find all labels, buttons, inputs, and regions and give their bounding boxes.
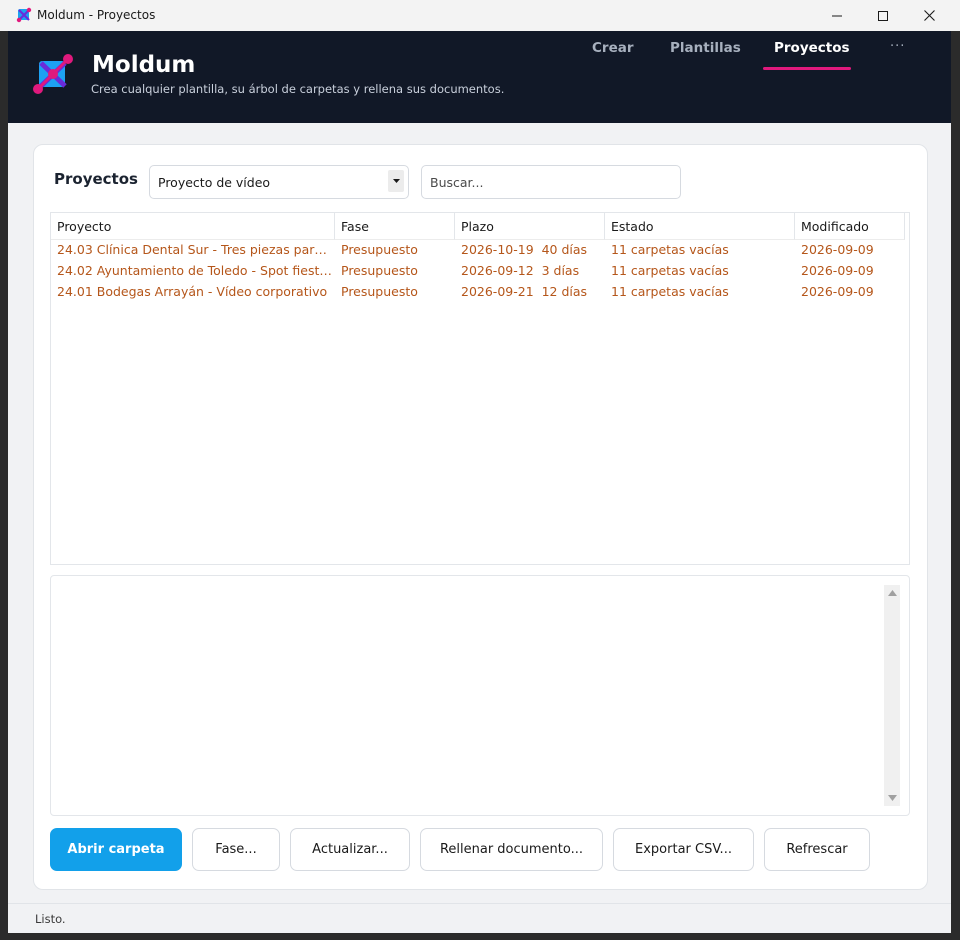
detail-text-panel[interactable] (50, 575, 910, 816)
window-title: Moldum - Proyectos (37, 8, 156, 22)
title-bar: Moldum - Proyectos (0, 0, 960, 31)
phase-button[interactable]: Fase... (192, 828, 280, 871)
cell-plazo: 2026-09-21 12 días (461, 284, 588, 299)
scroll-up-icon (887, 590, 897, 596)
export-csv-button[interactable]: Exportar CSV... (613, 828, 754, 871)
tab-crear[interactable]: Crear (592, 41, 634, 71)
update-button[interactable]: Actualizar... (290, 828, 410, 871)
cell-proyecto: 24.02 Ayuntamiento de Toledo - Spot fies… (57, 263, 333, 278)
brand-name: Moldum (92, 52, 196, 78)
scroll-down-icon (887, 795, 897, 801)
table-row[interactable]: 24.02 Ayuntamiento de Toledo - Spot fies… (51, 260, 909, 281)
close-icon (923, 10, 935, 21)
tab-plantillas[interactable]: Plantillas (670, 41, 741, 71)
search-input[interactable] (421, 165, 681, 199)
status-bar: Listo. (8, 903, 951, 933)
scroll-down-button[interactable] (884, 790, 900, 806)
scroll-up-button[interactable] (884, 585, 900, 601)
more-menu-button[interactable]: ··· (890, 39, 905, 54)
active-tab-indicator (763, 67, 851, 70)
cell-fase: Presupuesto (341, 284, 418, 299)
select-arrow[interactable] (388, 170, 404, 192)
cell-modificado: 2026-09-09 (801, 242, 874, 257)
select-value: Proyecto de vídeo (158, 175, 271, 190)
cell-estado: 11 carpetas vacías (611, 242, 729, 257)
table-row[interactable]: 24.01 Bodegas Arrayán - Vídeo corporativ… (51, 281, 909, 302)
maximize-icon (878, 10, 888, 21)
cell-fase: Presupuesto (341, 242, 418, 257)
projects-table: Proyecto Fase Plazo Estado Modificado 24… (50, 212, 910, 565)
close-button[interactable] (906, 0, 952, 31)
caret-down-icon (392, 179, 400, 183)
column-header-modificado[interactable]: Modificado (795, 213, 905, 240)
moldum-logo-icon (33, 54, 73, 94)
column-header-estado[interactable]: Estado (605, 213, 795, 240)
cell-modificado: 2026-09-09 (801, 284, 874, 299)
column-header-proyecto[interactable]: Proyecto (51, 213, 335, 240)
app-header: Moldum Crea cualquier plantilla, su árbo… (8, 31, 951, 123)
open-folder-button[interactable]: Abrir carpeta (50, 828, 182, 871)
detail-scrollbar[interactable] (884, 585, 900, 806)
cell-plazo: 2026-10-19 40 días (461, 242, 588, 257)
maximize-button[interactable] (860, 0, 906, 31)
section-title: Proyectos (54, 170, 138, 188)
column-header-plazo[interactable]: Plazo (455, 213, 605, 240)
minimize-icon (832, 15, 842, 16)
fill-document-button[interactable]: Rellenar documento... (420, 828, 603, 871)
minimize-button[interactable] (814, 0, 860, 31)
app-logo-icon (16, 7, 32, 23)
table-row[interactable]: 24.03 Clínica Dental Sur - Tres piezas p… (51, 239, 909, 260)
refresh-button[interactable]: Refrescar (764, 828, 870, 871)
cell-fase: Presupuesto (341, 263, 418, 278)
cell-proyecto: 24.03 Clínica Dental Sur - Tres piezas p… (57, 242, 333, 257)
cell-plazo: 2026-09-12 3 días (461, 263, 580, 278)
cell-proyecto: 24.01 Bodegas Arrayán - Vídeo corporativ… (57, 284, 328, 299)
cell-estado: 11 carpetas vacías (611, 284, 729, 299)
status-text: Listo. (35, 912, 66, 926)
column-header-fase[interactable]: Fase (335, 213, 455, 240)
project-type-select[interactable]: Proyecto de vídeo (149, 165, 409, 199)
brand-tagline: Crea cualquier plantilla, su árbol de ca… (91, 82, 505, 96)
cell-modificado: 2026-09-09 (801, 263, 874, 278)
cell-estado: 11 carpetas vacías (611, 263, 729, 278)
